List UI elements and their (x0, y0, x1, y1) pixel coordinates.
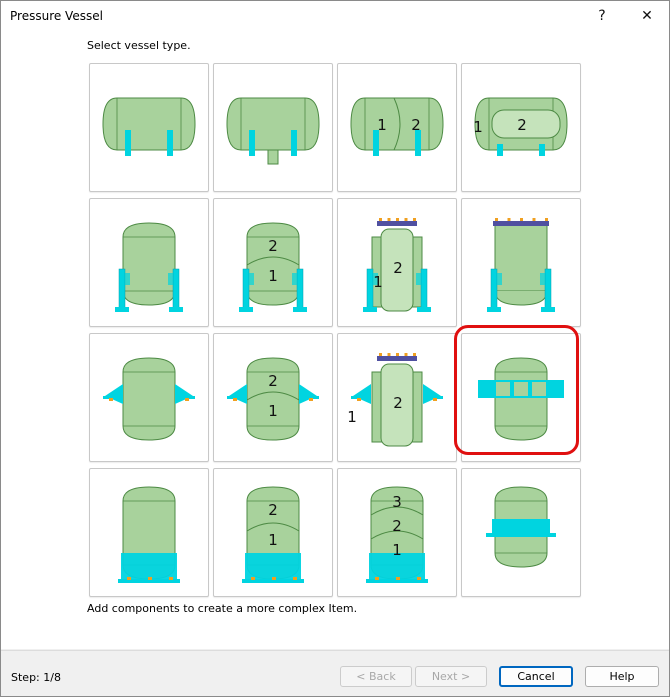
vessel-diagram-icon: 21 (347, 353, 443, 447)
vessel-type-vertical-lugs-two-section[interactable]: 21 (213, 333, 333, 462)
wizard-footer: Step: 1/8 < Back Next > Cancel Help (1, 650, 669, 696)
vessel-diagram-icon (115, 222, 183, 312)
vessel-diagram-icon: 21 (363, 218, 431, 312)
help-icon[interactable]: ? (588, 5, 616, 27)
inner-label: 2 (393, 259, 403, 277)
window-title: Pressure Vessel (10, 9, 103, 23)
section-1-label: 1 (392, 541, 402, 559)
vessel-diagram-icon: 21 (239, 222, 307, 312)
vessel-type-vertical-legs-two-section[interactable]: 21 (213, 198, 333, 327)
vessel-diagram-icon (102, 97, 196, 156)
vessel-diagram-icon (103, 357, 195, 441)
vessel-diagram-icon (478, 357, 564, 441)
vessel-diagram-icon (226, 97, 320, 165)
vessel-type-vertical-mid-skirt[interactable] (461, 468, 581, 597)
section-2-label: 2 (392, 517, 402, 535)
vessel-diagram-icon: 12 (473, 97, 568, 156)
back-button[interactable]: < Back (340, 666, 412, 687)
vessel-type-horizontal-legs[interactable] (89, 63, 209, 192)
vessel-type-vertical-skirt-two-section[interactable]: 21 (213, 468, 333, 597)
dialog-content: Select vessel type. 12122121212121321 Ad… (1, 32, 669, 649)
select-vessel-prompt: Select vessel type. (87, 39, 191, 52)
section-1-label: 1 (268, 267, 278, 285)
section-2-label: 2 (268, 501, 278, 519)
section-3-label: 3 (392, 493, 402, 511)
section-1-label: 1 (268, 531, 278, 549)
step-indicator: Step: 1/8 (11, 671, 61, 684)
vessel-type-horizontal-jacketed[interactable]: 12 (461, 63, 581, 192)
jacket-label: 2 (517, 116, 527, 134)
close-icon[interactable]: ✕ (633, 5, 661, 27)
vessel-diagram-icon: 21 (242, 486, 304, 583)
vessel-type-horizontal-two-compartment[interactable]: 12 (337, 63, 457, 192)
vessel-type-vertical-legs-jacketed-flange[interactable]: 21 (337, 198, 457, 327)
section-2-label: 2 (268, 237, 278, 255)
vessel-diagram-icon: 3 2 1 (366, 486, 428, 583)
section-2-label: 2 (268, 372, 278, 390)
shell-label: 1 (473, 118, 483, 136)
vessel-type-vertical-legs-flange[interactable] (461, 198, 581, 327)
vessel-type-horizontal-legs-nozzle[interactable] (213, 63, 333, 192)
vessel-diagram-icon (118, 486, 180, 583)
cancel-button[interactable]: Cancel (499, 666, 573, 687)
add-components-hint: Add components to create a more complex … (87, 602, 358, 615)
vessel-type-vertical-skirt-three-section[interactable]: 3 2 1 (337, 468, 457, 597)
vessel-type-vertical-lugs[interactable] (89, 333, 209, 462)
inner-label: 2 (393, 394, 403, 412)
outer-label: 1 (373, 273, 383, 291)
vessel-diagram-icon: 12 (350, 97, 444, 156)
outer-label: 1 (347, 408, 357, 426)
vessel-diagram-icon (487, 218, 555, 312)
vessel-type-vertical-lugs-jacketed-flange[interactable]: 21 (337, 333, 457, 462)
vessel-diagram-icon: 21 (227, 357, 319, 441)
compartment-1-label: 1 (377, 116, 387, 134)
vessel-diagram-icon (486, 486, 556, 568)
section-1-label: 1 (268, 402, 278, 420)
help-button[interactable]: Help (585, 666, 659, 687)
pressure-vessel-dialog: Pressure Vessel ? ✕ Select vessel type. … (0, 0, 670, 697)
vessel-type-vertical-skirt[interactable] (89, 468, 209, 597)
vessel-type-vertical-legs[interactable] (89, 198, 209, 327)
vessel-type-vertical-ring-girder[interactable] (461, 333, 581, 462)
compartment-2-label: 2 (411, 116, 421, 134)
title-bar: Pressure Vessel ? ✕ (1, 1, 669, 32)
next-button[interactable]: Next > (415, 666, 487, 687)
